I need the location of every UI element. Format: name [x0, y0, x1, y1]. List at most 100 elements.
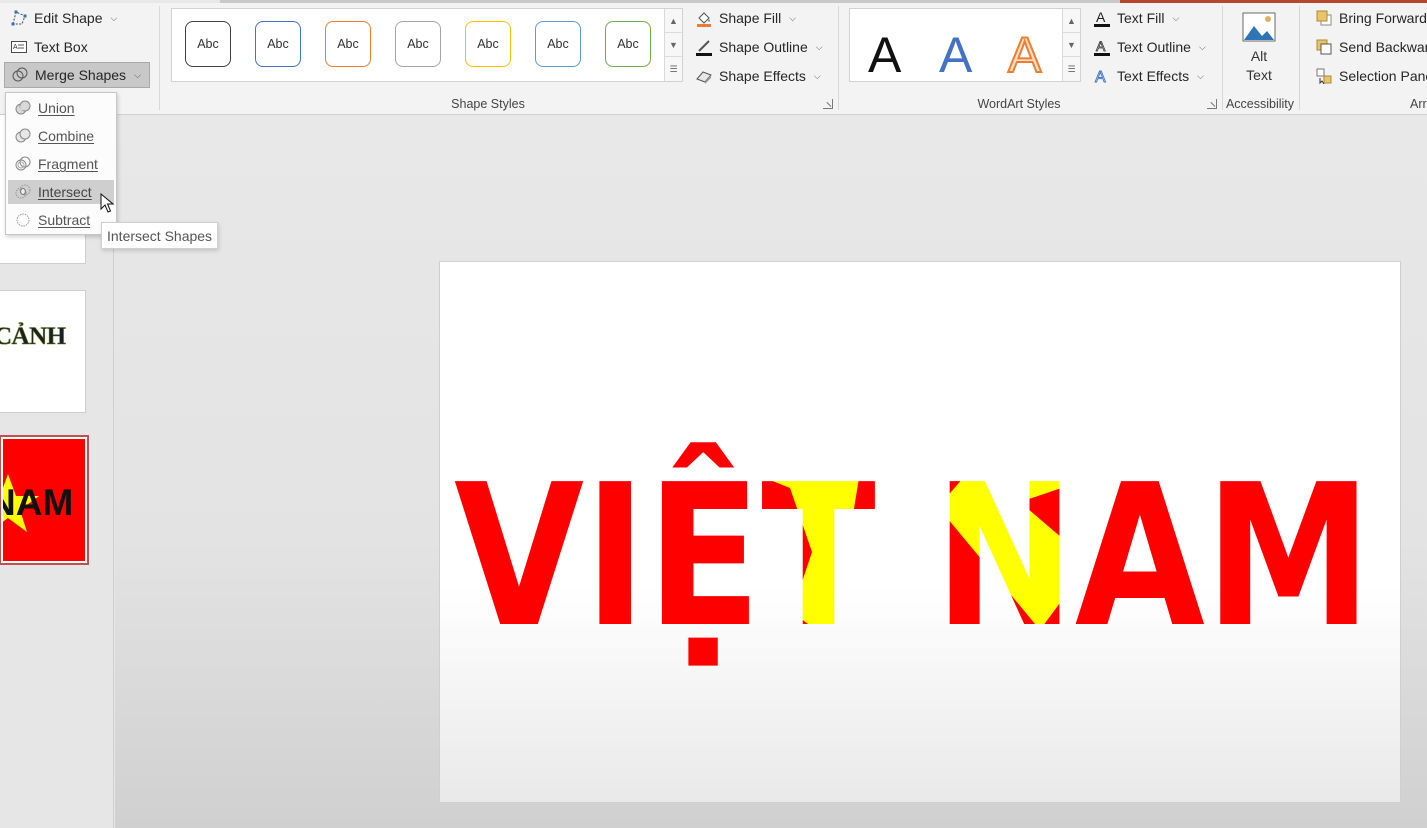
- chevron-down-icon: ⌵: [110, 12, 118, 23]
- text-box-button[interactable]: A Text Box: [3, 34, 95, 60]
- accessibility-group-label: Accessibility: [1225, 97, 1295, 111]
- text-outline-button[interactable]: A Text Outline ⌵: [1086, 34, 1213, 60]
- wordart-preset-blue[interactable]: A: [939, 27, 972, 83]
- gallery-scroll[interactable]: ▲ ▼ ☰: [1062, 9, 1080, 81]
- text-box-label: Text Box: [34, 39, 88, 55]
- slide[interactable]: VIỆT NAM: [439, 261, 1401, 803]
- shape-fill-label: Shape Fill: [719, 10, 782, 26]
- intersected-flag-text[interactable]: [440, 262, 1402, 804]
- shape-style-preset[interactable]: Abc: [255, 21, 301, 67]
- shape-effects-icon: [695, 67, 713, 85]
- shape-effects-label: Shape Effects: [719, 68, 806, 84]
- group-separator: [159, 6, 160, 110]
- bring-forward-label: Bring Forward: [1339, 10, 1427, 26]
- wordart-preset-orange-outline[interactable]: A: [1007, 26, 1042, 84]
- text-fill-label: Text Fill: [1117, 10, 1165, 26]
- chevron-down-icon: ⌵: [1197, 70, 1204, 81]
- slide-thumbnail-2-text: CẢNH: [0, 323, 66, 351]
- menu-item-fragment-label: Fragment: [38, 156, 98, 172]
- slide-artwork: VIỆT NAM: [440, 262, 1402, 804]
- mouse-cursor-icon: [100, 193, 114, 213]
- text-effects-label: Text Effects: [1117, 68, 1190, 84]
- menu-item-combine-label: Combine: [38, 128, 95, 144]
- shape-style-preset[interactable]: Abc: [325, 21, 371, 67]
- wordart-preset-black[interactable]: A: [868, 27, 901, 83]
- ribbon-top-accent: [0, 0, 1427, 3]
- send-backward-icon: [1315, 38, 1333, 56]
- shape-style-preset[interactable]: Abc: [185, 21, 231, 67]
- bring-forward-button[interactable]: Bring Forward: [1308, 5, 1427, 31]
- alt-text-label-line2: Text: [1246, 67, 1272, 83]
- text-effects-icon: A: [1093, 67, 1111, 87]
- menu-item-union[interactable]: Union: [8, 96, 114, 120]
- gallery-scroll-down-icon[interactable]: ▼: [665, 33, 682, 57]
- edit-shape-label: Edit Shape: [34, 10, 103, 26]
- chevron-down-icon: ⌵: [813, 70, 821, 81]
- arrange-group-label: Arr: [1410, 97, 1427, 111]
- shape-style-preset[interactable]: Abc: [535, 21, 581, 67]
- text-fill-icon: A: [1093, 9, 1111, 27]
- menu-item-subtract-label: Subtract: [38, 212, 91, 228]
- group-separator: [838, 6, 839, 110]
- slide-thumbnail-2[interactable]: CẢNH: [0, 290, 86, 413]
- chevron-down-icon: ⌵: [134, 69, 141, 80]
- alt-text-button[interactable]: Alt Text: [1230, 8, 1288, 92]
- gallery-more-icon[interactable]: ☰: [1063, 57, 1080, 81]
- paint-bucket-icon: [695, 9, 713, 27]
- gallery-scroll-up-icon[interactable]: ▲: [1063, 9, 1080, 33]
- wordart-styles-gallery[interactable]: ▲ ▼ ☰ A A A: [849, 8, 1081, 84]
- slide-thumbnail-3-text: NAM: [3, 482, 74, 523]
- shape-styles-launcher-icon[interactable]: [823, 99, 833, 109]
- edit-shape-button[interactable]: Edit Shape ⌵: [3, 5, 124, 31]
- send-backward-button[interactable]: Send Backward: [1308, 34, 1427, 60]
- text-fill-button[interactable]: A Text Fill ⌵: [1086, 5, 1186, 31]
- menu-item-intersect-label: Intersect: [38, 184, 92, 200]
- alt-text-icon: [1241, 10, 1277, 46]
- text-box-icon: A: [10, 38, 28, 56]
- shape-outline-button[interactable]: Shape Outline ⌵: [688, 34, 830, 60]
- pen-outline-icon: [695, 38, 713, 56]
- slide-thumbnail-3: NAM: [3, 439, 85, 561]
- shape-style-preset[interactable]: Abc: [465, 21, 511, 67]
- fragment-icon: [8, 155, 38, 173]
- subtract-icon: [8, 211, 38, 229]
- gallery-scroll-down-icon[interactable]: ▼: [1063, 33, 1080, 57]
- svg-text:A: A: [1096, 9, 1106, 25]
- svg-text:A: A: [13, 44, 18, 51]
- shape-outline-label: Shape Outline: [719, 39, 808, 55]
- menu-item-combine[interactable]: Combine: [8, 124, 114, 148]
- selection-pane-button[interactable]: Selection Pane: [1308, 63, 1427, 89]
- shape-style-preset[interactable]: Abc: [605, 21, 651, 67]
- menu-item-union-label: Union: [38, 100, 75, 116]
- menu-item-intersect[interactable]: Intersect: [8, 180, 114, 204]
- chevron-down-icon: ⌵: [1172, 12, 1180, 23]
- merge-shapes-button[interactable]: Merge Shapes ⌵: [4, 62, 150, 88]
- shape-effects-button[interactable]: Shape Effects ⌵: [688, 63, 828, 89]
- group-separator: [1222, 6, 1223, 110]
- slide-thumbnail-3-selected[interactable]: NAM: [0, 435, 89, 565]
- edit-shape-icon: [10, 9, 28, 27]
- intersect-icon: [8, 183, 38, 201]
- tooltip: Intersect Shapes: [101, 222, 218, 249]
- merge-shapes-label: Merge Shapes: [35, 67, 127, 83]
- text-outline-label: Text Outline: [1117, 39, 1191, 55]
- wordart-styles-launcher-icon[interactable]: [1207, 99, 1217, 109]
- shape-style-preset[interactable]: Abc: [395, 21, 441, 67]
- group-separator: [1299, 6, 1300, 110]
- gallery-scroll[interactable]: ▲ ▼ ☰: [664, 9, 682, 81]
- union-icon: [8, 99, 38, 117]
- combine-icon: [8, 127, 38, 145]
- arrange-group: Bring Forward Send Backward Selection Pa…: [1306, 0, 1427, 115]
- svg-text:A: A: [1095, 69, 1106, 85]
- menu-item-fragment[interactable]: Fragment: [8, 152, 114, 176]
- chevron-down-icon: ⌵: [815, 41, 823, 52]
- menu-item-subtract[interactable]: Subtract: [8, 208, 114, 232]
- shape-fill-button[interactable]: Shape Fill ⌵: [688, 5, 803, 31]
- gallery-more-icon[interactable]: ☰: [665, 57, 682, 81]
- text-effects-button[interactable]: A Text Effects ⌵: [1086, 63, 1211, 89]
- gallery-scroll-up-icon[interactable]: ▲: [665, 9, 682, 33]
- chevron-down-icon: ⌵: [789, 12, 797, 23]
- selection-pane-icon: [1315, 67, 1333, 85]
- ribbon: Edit Shape ⌵ A Text Box Merge Shapes ⌵ ▲…: [0, 0, 1427, 115]
- text-outline-icon: A: [1093, 38, 1111, 56]
